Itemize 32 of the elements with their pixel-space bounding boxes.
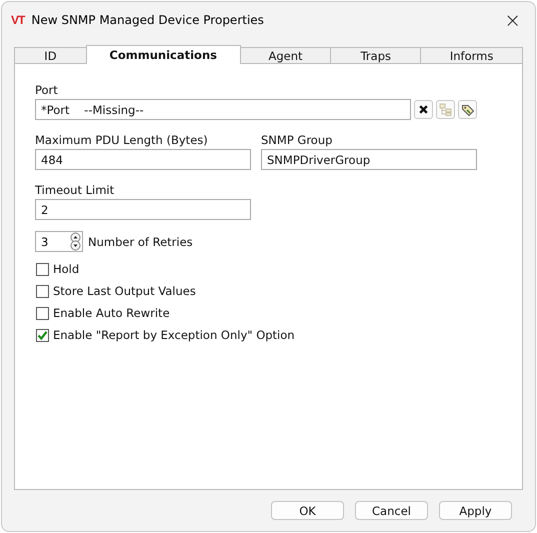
- close-icon[interactable]: [414, 100, 433, 119]
- checkbox[interactable]: [36, 306, 49, 320]
- field-label: Port: [35, 83, 59, 99]
- tag-icon[interactable]: [458, 100, 477, 119]
- tab[interactable]: Communications: [86, 45, 241, 64]
- tab[interactable]: Agent: [240, 47, 332, 64]
- window-title: New SNMP Managed Device Properties: [31, 13, 265, 27]
- port-field[interactable]: *Port --Missing--: [35, 99, 411, 120]
- field-label: Number of Retries: [88, 234, 193, 248]
- apply-button[interactable]: Apply: [439, 501, 512, 520]
- retries-spinner[interactable]: 3: [35, 231, 83, 252]
- tab[interactable]: Informs: [420, 47, 524, 64]
- checkbox[interactable]: [36, 328, 49, 342]
- tab[interactable]: Traps: [330, 47, 422, 64]
- pdu-length-field[interactable]: 484: [35, 149, 251, 170]
- checkbox-label: Enable "Report by Exception Only" Option: [53, 328, 295, 342]
- field-label: SNMP Group: [261, 133, 334, 149]
- checkbox-label: Hold: [53, 262, 80, 276]
- cancel-button[interactable]: Cancel: [355, 501, 428, 520]
- snmp-group-field[interactable]: SNMPDriverGroup: [261, 149, 477, 170]
- ok-button[interactable]: OK: [271, 501, 344, 520]
- tab[interactable]: ID: [14, 47, 87, 64]
- checkbox[interactable]: [36, 262, 49, 276]
- checkbox-label: Enable Auto Rewrite: [53, 306, 170, 320]
- timeout-field[interactable]: 2: [35, 199, 251, 220]
- app-logo: VT: [11, 13, 24, 27]
- spinner-arrows-icon[interactable]: [69, 232, 82, 251]
- checkbox-label: Store Last Output Values: [53, 284, 196, 298]
- field-label: Maximum PDU Length (Bytes): [35, 133, 209, 149]
- field-label: Timeout Limit: [35, 183, 116, 199]
- checkbox[interactable]: [36, 284, 49, 298]
- close-button[interactable]: ×: [498, 10, 527, 30]
